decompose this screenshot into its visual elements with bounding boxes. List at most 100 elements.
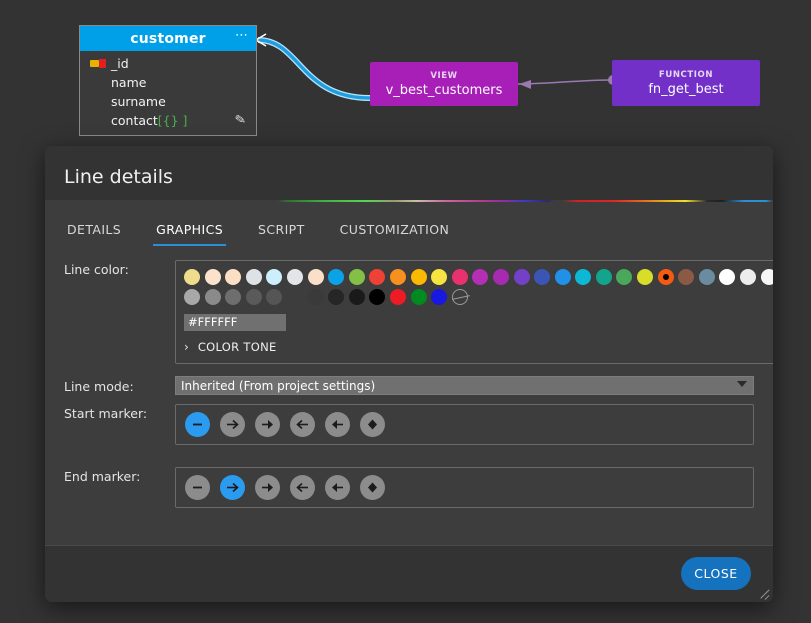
color-swatch[interactable]	[554, 269, 571, 285]
color-swatch[interactable]	[575, 269, 592, 285]
color-swatch[interactable]	[595, 269, 612, 285]
color-swatch[interactable]	[328, 289, 345, 305]
marker-option-arrow-open-left[interactable]	[290, 412, 315, 437]
color-swatch[interactable]	[389, 269, 406, 285]
line-mode-label: Line mode:	[64, 379, 134, 394]
table-row[interactable]: contact[{} ] ✎	[80, 111, 256, 130]
color-swatch[interactable]	[286, 289, 303, 305]
color-swatch[interactable]	[410, 269, 427, 285]
color-swatch[interactable]	[307, 289, 324, 305]
color-swatch[interactable]	[225, 269, 242, 285]
color-tone-toggle[interactable]: › COLOR TONE	[184, 340, 773, 354]
color-swatch[interactable]	[204, 269, 221, 285]
end-marker-section: End marker:	[64, 467, 754, 508]
marker-option-arrow-filled-right[interactable]	[255, 412, 280, 437]
color-swatch[interactable]	[472, 269, 489, 285]
color-swatch[interactable]	[184, 269, 200, 285]
er-table-customer[interactable]: customer ⋯ _id name surname contact[{} ]…	[79, 25, 257, 136]
color-swatch[interactable]	[698, 269, 715, 285]
table-row[interactable]: _id	[80, 54, 256, 73]
primary-key-icon	[90, 59, 106, 68]
column-type: [{} ]	[157, 113, 188, 128]
line-mode-select[interactable]: Inherited (From project settings)	[175, 376, 754, 395]
color-swatch[interactable]	[369, 289, 386, 305]
more-options-icon[interactable]: ⋯	[235, 28, 249, 43]
diagram-node-view[interactable]: VIEW v_best_customers	[370, 62, 518, 106]
column-name: name	[111, 75, 147, 90]
edit-pencil-icon[interactable]: ✎	[234, 112, 247, 129]
tab-graphics[interactable]: GRAPHICS	[153, 222, 226, 246]
color-swatch[interactable]	[492, 269, 509, 285]
color-swatch-row-1	[184, 269, 773, 285]
node-name-label: v_best_customers	[385, 82, 503, 98]
dialog-tabs: DETAILS GRAPHICS SCRIPT CUSTOMIZATION	[45, 202, 773, 246]
hex-color-input[interactable]	[184, 314, 286, 331]
color-swatch[interactable]	[184, 289, 200, 305]
color-swatch[interactable]	[410, 289, 427, 305]
chevron-right-icon: ›	[184, 340, 189, 354]
color-swatch[interactable]	[266, 269, 283, 285]
color-swatch[interactable]	[348, 269, 365, 285]
tab-script[interactable]: SCRIPT	[255, 222, 308, 246]
color-swatch[interactable]	[678, 269, 695, 285]
marker-option-arrow-open-right[interactable]	[220, 412, 245, 437]
marker-option-arrow-filled-left[interactable]	[325, 475, 350, 500]
color-swatch[interactable]	[225, 289, 242, 305]
line-color-section: Line color: › COLOR TONE	[64, 260, 773, 364]
marker-option-dash[interactable]	[185, 412, 210, 437]
color-swatch[interactable]	[389, 289, 406, 305]
color-swatch[interactable]	[616, 269, 633, 285]
start-marker-options	[175, 404, 754, 445]
close-button[interactable]: CLOSE	[681, 557, 751, 590]
color-swatch[interactable]	[431, 269, 448, 285]
marker-option-arrow-open-left[interactable]	[290, 475, 315, 500]
line-color-label: Line color:	[64, 262, 129, 277]
er-table-columns: _id name surname contact[{} ] ✎	[80, 51, 256, 135]
marker-option-arrow-filled-right[interactable]	[255, 475, 280, 500]
color-swatch[interactable]	[451, 289, 468, 305]
color-swatch[interactable]	[534, 269, 551, 285]
color-swatch[interactable]	[740, 269, 757, 285]
color-swatch[interactable]	[245, 289, 262, 305]
marker-option-arrow-filled-left[interactable]	[325, 412, 350, 437]
column-name: _id	[111, 56, 129, 71]
color-swatch[interactable]	[451, 269, 468, 285]
er-table-header[interactable]: customer ⋯	[80, 26, 256, 51]
diagram-node-function[interactable]: FUNCTION fn_get_best	[612, 60, 760, 106]
tab-details[interactable]: DETAILS	[64, 222, 124, 246]
marker-option-diamond[interactable]	[360, 475, 385, 500]
node-kind-label: VIEW	[430, 70, 458, 81]
color-swatch[interactable]	[637, 269, 654, 285]
color-swatch[interactable]	[760, 269, 773, 285]
line-mode-value: Inherited (From project settings)	[181, 378, 376, 393]
color-swatch[interactable]	[204, 289, 221, 305]
color-swatch[interactable]	[431, 289, 448, 305]
column-name: surname	[111, 94, 166, 109]
node-name-label: fn_get_best	[648, 81, 724, 97]
table-row[interactable]: surname	[80, 92, 256, 111]
table-row[interactable]: name	[80, 73, 256, 92]
marker-option-arrow-open-right[interactable]	[220, 475, 245, 500]
page-title: Line details	[64, 166, 173, 188]
tab-customization[interactable]: CUSTOMIZATION	[337, 222, 453, 246]
er-table-title: customer	[130, 30, 206, 47]
color-swatch[interactable]	[328, 269, 345, 285]
marker-option-dash[interactable]	[185, 475, 210, 500]
line-mode-section: Line mode: Inherited (From project setti…	[64, 376, 754, 395]
color-palette-panel: › COLOR TONE	[175, 260, 773, 364]
color-swatch[interactable]	[245, 269, 262, 285]
resize-grip[interactable]	[758, 588, 770, 600]
color-swatch-row-2	[184, 289, 773, 305]
color-swatch[interactable]	[307, 269, 324, 285]
color-swatch[interactable]	[286, 269, 303, 285]
marker-option-diamond[interactable]	[360, 412, 385, 437]
color-swatch[interactable]	[657, 269, 674, 285]
color-swatch[interactable]	[266, 289, 283, 305]
chevron-down-icon[interactable]	[737, 381, 747, 387]
color-swatch[interactable]	[348, 289, 365, 305]
color-swatch[interactable]	[513, 269, 530, 285]
start-marker-label: Start marker:	[64, 406, 148, 421]
color-swatch[interactable]	[369, 269, 386, 285]
column-name: contact	[111, 113, 158, 128]
color-swatch[interactable]	[719, 269, 736, 285]
